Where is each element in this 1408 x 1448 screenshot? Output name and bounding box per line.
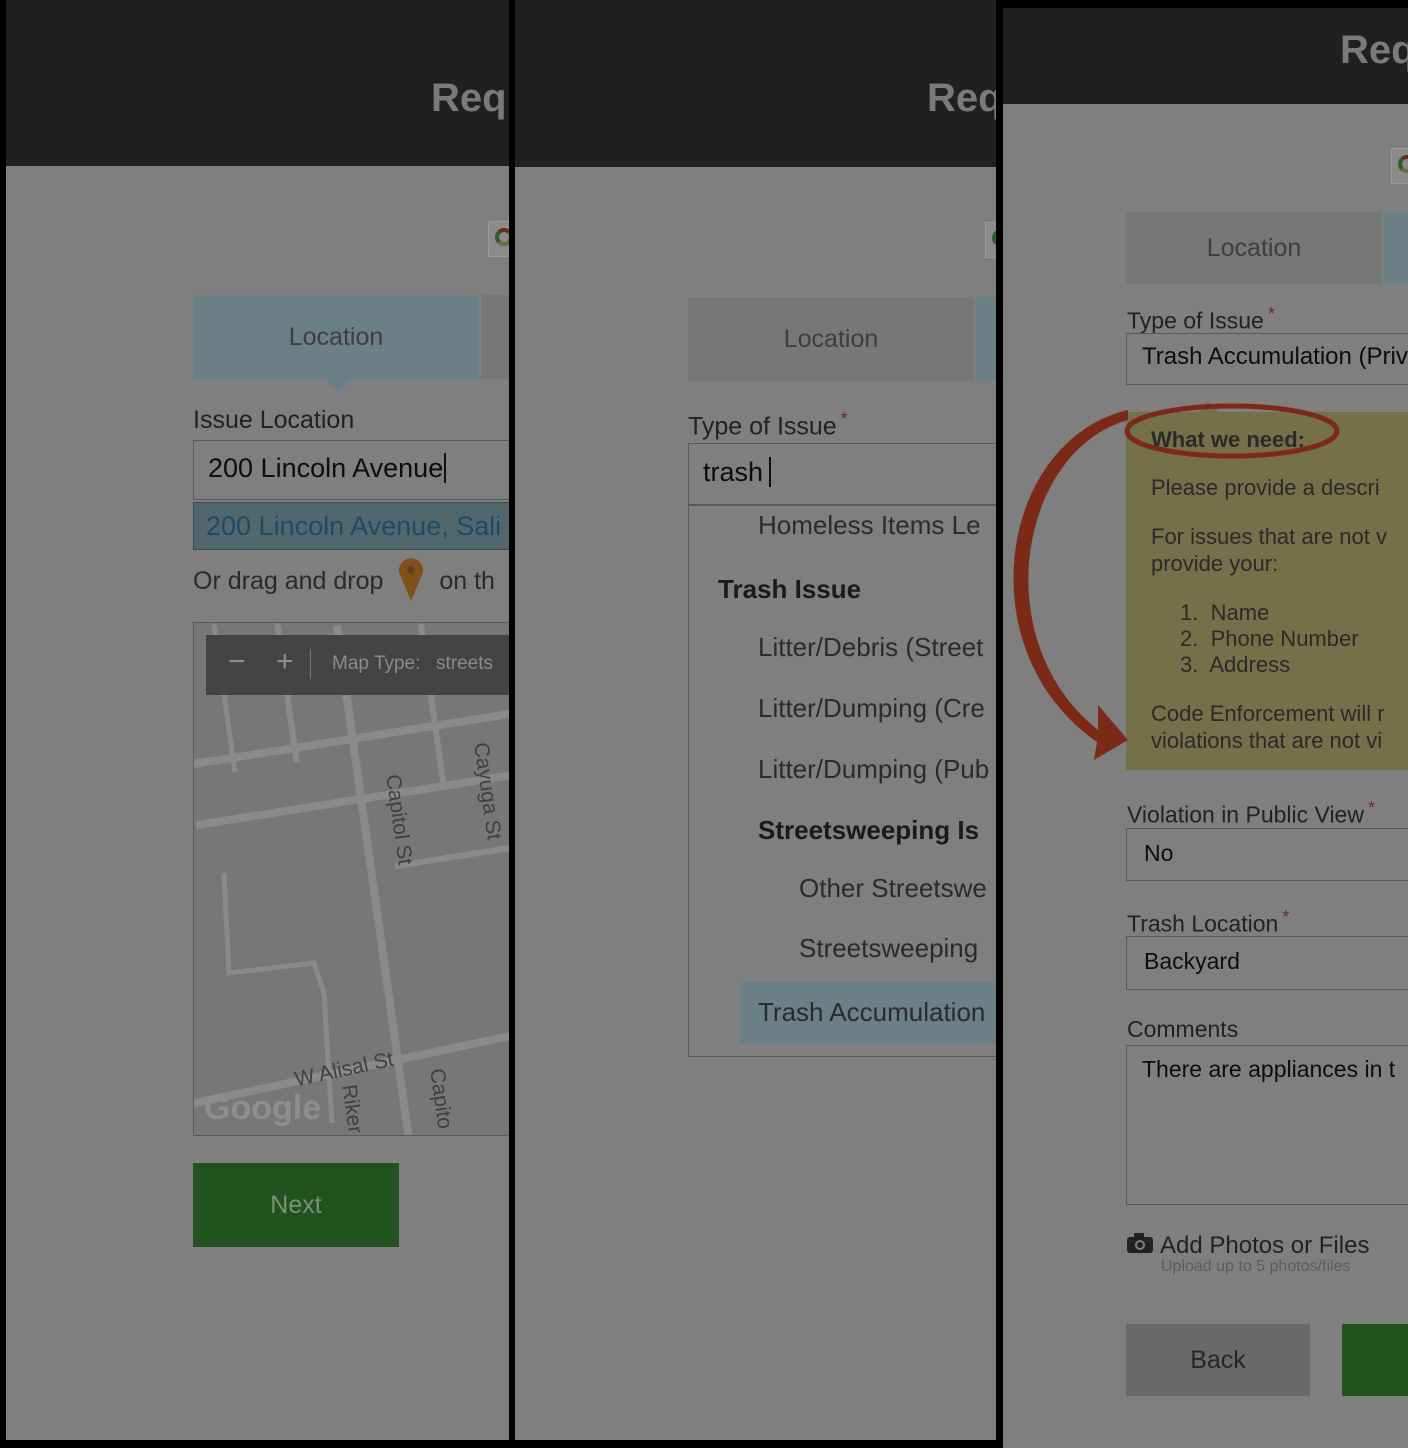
annotation-overlay xyxy=(1013,403,1340,760)
highlight-ellipse xyxy=(1124,403,1340,459)
curved-arrow-icon xyxy=(1013,410,1128,760)
